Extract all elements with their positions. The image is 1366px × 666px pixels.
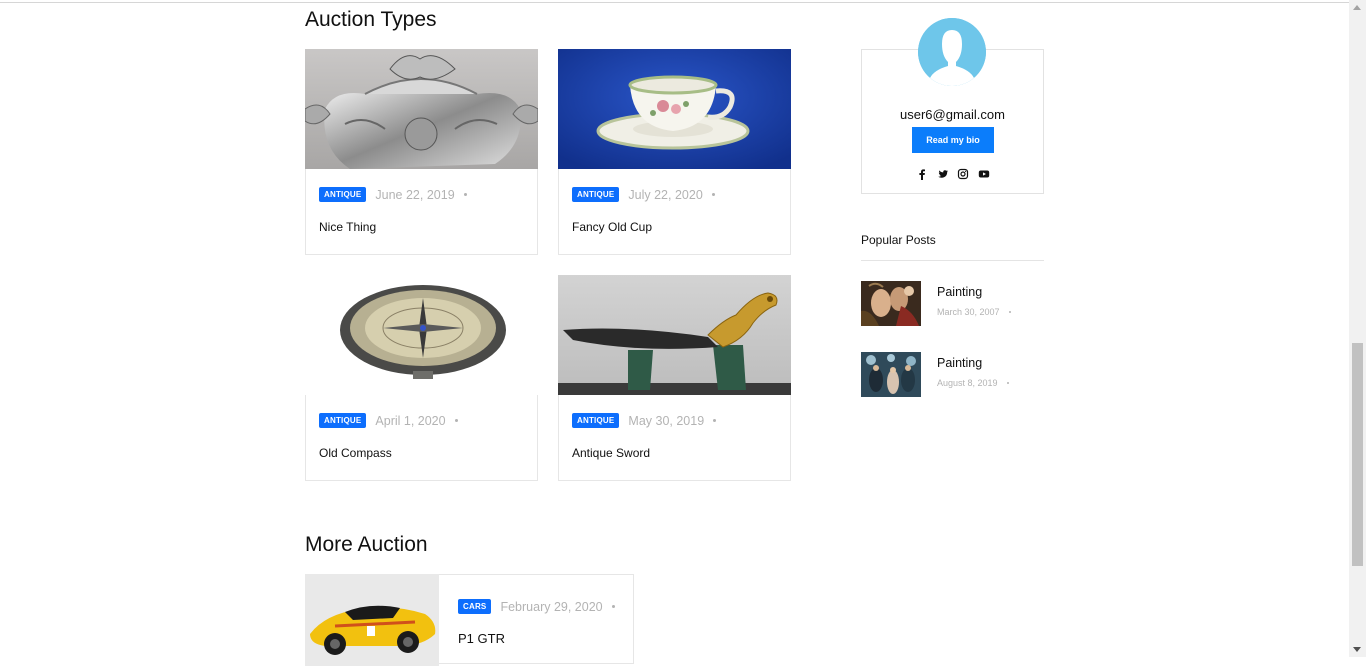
- post-date: May 30, 2019: [628, 413, 705, 428]
- card-meta: CARS February 29, 2020: [458, 599, 615, 614]
- card-title[interactable]: Fancy Old Cup: [572, 220, 652, 234]
- category-badge[interactable]: ANTIQUE: [319, 187, 367, 202]
- antique-sword-image[interactable]: [558, 275, 791, 395]
- card-title[interactable]: Antique Sword: [572, 446, 650, 460]
- vertical-scrollbar[interactable]: [1349, 0, 1366, 657]
- auction-card[interactable]: ANTIQUE May 30, 2019 Antique Sword: [558, 275, 791, 481]
- meta-dot: [463, 193, 467, 196]
- popular-post-item[interactable]: Painting March 30, 2007: [861, 281, 1044, 327]
- post-date: April 1, 2020: [375, 413, 446, 428]
- category-badge[interactable]: CARS: [458, 599, 492, 614]
- popular-post-meta: August 8, 2019: [937, 378, 1009, 388]
- card-meta: ANTIQUE July 22, 2020: [572, 187, 715, 202]
- scrollbar-thumb[interactable]: [1352, 343, 1363, 566]
- card-meta: ANTIQUE May 30, 2019: [572, 413, 717, 428]
- post-date: June 22, 2019: [375, 187, 455, 202]
- read-bio-button[interactable]: Read my bio: [912, 127, 994, 153]
- popular-post-meta: March 30, 2007: [937, 307, 1011, 317]
- top-divider: [0, 2, 1349, 3]
- teacup-image[interactable]: [558, 49, 791, 169]
- post-date: February 29, 2020: [500, 599, 603, 614]
- sports-car-image[interactable]: [305, 574, 439, 666]
- painting-thumbnail[interactable]: [861, 352, 921, 397]
- auction-types-heading: Auction Types: [305, 8, 437, 31]
- facebook-icon[interactable]: [916, 167, 928, 180]
- category-badge[interactable]: ANTIQUE: [572, 413, 620, 428]
- popular-post-date: March 30, 2007: [937, 307, 1000, 317]
- popular-post-date: August 8, 2019: [937, 378, 998, 388]
- category-badge[interactable]: ANTIQUE: [572, 187, 620, 202]
- meta-dot: [713, 419, 717, 422]
- popular-posts-heading: Popular Posts: [861, 233, 936, 247]
- meta-dot: [1008, 311, 1011, 313]
- meta-dot: [454, 419, 458, 422]
- compass-image[interactable]: [305, 275, 538, 395]
- card-meta: ANTIQUE April 1, 2020: [319, 413, 458, 428]
- painting-thumbnail[interactable]: [861, 281, 921, 326]
- popular-post-title[interactable]: Painting: [937, 285, 982, 299]
- card-meta: ANTIQUE June 22, 2019: [319, 187, 467, 202]
- scroll-down-arrow-icon[interactable]: [1353, 647, 1361, 652]
- profile-email: user6@gmail.com: [900, 107, 1005, 122]
- post-date: July 22, 2020: [628, 187, 703, 202]
- auction-card[interactable]: ANTIQUE June 22, 2019 Nice Thing: [305, 49, 538, 255]
- silver-tureen-image[interactable]: [305, 49, 538, 169]
- meta-dot: [611, 605, 615, 608]
- avatar: [918, 18, 986, 86]
- youtube-icon[interactable]: [978, 167, 990, 179]
- category-badge[interactable]: ANTIQUE: [319, 413, 367, 428]
- auction-card[interactable]: ANTIQUE April 1, 2020 Old Compass: [305, 275, 538, 481]
- card-title[interactable]: Old Compass: [319, 446, 392, 460]
- more-auction-heading: More Auction: [305, 533, 428, 556]
- popular-divider: [861, 260, 1044, 261]
- popular-post-title[interactable]: Painting: [937, 356, 982, 370]
- auction-card-wide[interactable]: CARS February 29, 2020 P1 GTR: [305, 574, 634, 666]
- scroll-up-arrow-icon[interactable]: [1353, 5, 1361, 10]
- social-links: [912, 167, 994, 180]
- twitter-icon[interactable]: [937, 167, 949, 179]
- instagram-icon[interactable]: [957, 167, 969, 180]
- card-title[interactable]: P1 GTR: [458, 631, 505, 646]
- card-title[interactable]: Nice Thing: [319, 220, 376, 234]
- popular-post-item[interactable]: Painting August 8, 2019: [861, 352, 1044, 398]
- auction-card[interactable]: ANTIQUE July 22, 2020 Fancy Old Cup: [558, 49, 791, 255]
- meta-dot: [711, 193, 715, 196]
- meta-dot: [1006, 382, 1009, 384]
